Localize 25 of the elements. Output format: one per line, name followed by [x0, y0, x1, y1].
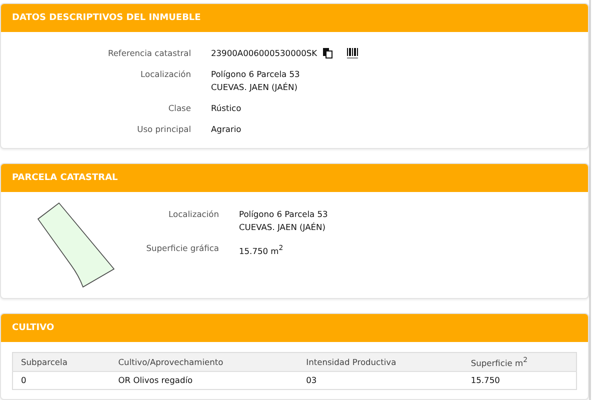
section-header: PARCELA CATASTRAL: [1, 164, 588, 192]
field-label: Referencia catastral: [106, 47, 191, 60]
column-header: Intensidad Productiva: [298, 352, 463, 372]
column-header: Subparcela: [12, 352, 110, 372]
field-label: Localización: [168, 208, 219, 221]
field-value: Polígono 6 Parcela 53 CUEVAS. JAEN (JAÉN): [211, 68, 300, 94]
column-header: Cultivo/Aprovechamiento: [110, 352, 298, 372]
section-header: DATOS DESCRIPTIVOS DEL INMUEBLE: [1, 4, 588, 32]
table-cell: 03: [298, 371, 463, 390]
field-label: Superficie gráfica: [145, 242, 219, 255]
column-header: Superficie m$^{2}$: [462, 352, 576, 372]
field-label: Localización: [140, 68, 191, 81]
field-value: 15.750 m$^{2}$: [239, 243, 284, 258]
copy-icon[interactable]: [323, 48, 334, 59]
field-value: Agrario: [211, 123, 242, 136]
table-cell: 0: [12, 371, 110, 390]
field-label: Uso principal: [136, 123, 191, 136]
field-value: Polígono 6 Parcela 53 CUEVAS. JAEN (JAÉN): [239, 208, 328, 234]
field-value: Rústico: [211, 102, 242, 115]
table-cell: 15.750: [462, 371, 576, 390]
section-header: CULTIVO: [1, 314, 588, 342]
table-cell: OR Olivos regadío: [110, 371, 298, 390]
barcode-icon[interactable]: [347, 48, 358, 59]
field-label: Clase: [167, 102, 191, 115]
field-value: 23900A006000530000SK: [211, 47, 318, 60]
